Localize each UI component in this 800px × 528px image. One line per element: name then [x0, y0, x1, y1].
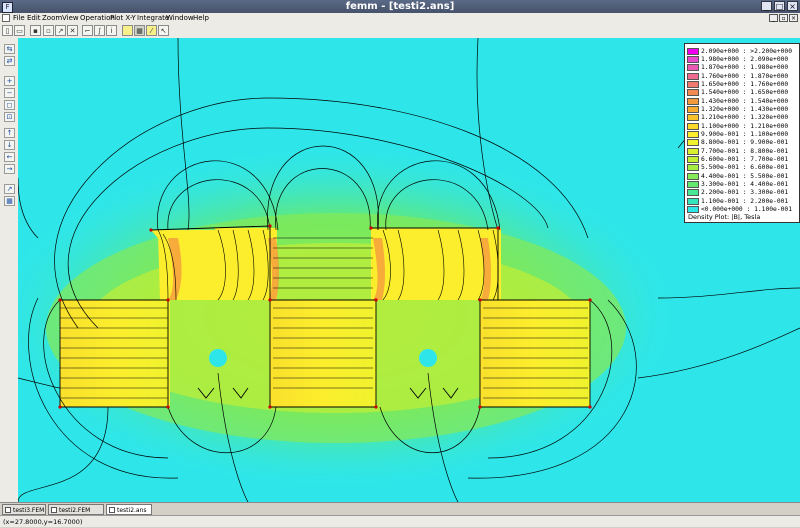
core-2-upper — [215, 228, 277, 300]
core-3 — [480, 300, 590, 407]
ans-doc-icon — [109, 507, 115, 513]
menu-edit[interactable]: Edit — [27, 13, 41, 24]
main-toolbar: ▯ ▭ ▪ ▫ ↗ ✕ ⌐ ∫ i ▦ ⁄ ↖ — [0, 24, 800, 39]
close-button[interactable]: × — [787, 1, 798, 11]
area-icon[interactable]: ✕ — [67, 25, 78, 36]
menu-file[interactable]: File — [13, 13, 25, 24]
doc-minimize-button[interactable]: _ — [769, 14, 778, 22]
density-plot-canvas[interactable] — [18, 38, 800, 502]
fem-doc-icon — [51, 507, 57, 513]
plot-xy-icon[interactable]: ↗ — [4, 184, 15, 194]
pan-right-icon[interactable]: → — [4, 164, 15, 174]
tab-label: testi2.ans — [117, 507, 147, 514]
core-2 — [270, 300, 376, 407]
zoom-natural-icon[interactable]: ◻ — [4, 100, 15, 110]
open-file-icon[interactable]: ▭ — [14, 25, 25, 36]
block-integral-icon[interactable]: ∫ — [94, 25, 105, 36]
minimize-button[interactable]: _ — [761, 1, 772, 11]
document-tabs: testi3.FEM testi2.FEM testi2.ans — [0, 502, 800, 516]
pan-down-icon[interactable]: ↓ — [4, 140, 15, 150]
tab-testi3-fem[interactable]: testi3.FEM — [2, 504, 46, 515]
density-legend: 2.090e+000 : >2.200e+000 1.980e+000 : 2.0… — [684, 43, 800, 223]
menu-view[interactable]: View — [62, 13, 79, 24]
zoom-out-icon[interactable]: − — [4, 88, 15, 98]
document-icon[interactable] — [2, 14, 10, 22]
refresh-icon[interactable]: ⇆ — [4, 44, 15, 54]
pan-left-icon[interactable]: ← — [4, 152, 15, 162]
zoom-window-icon[interactable]: ⊡ — [4, 112, 15, 122]
status-bar: (x=27.8000,y=16.7000) — [0, 515, 800, 527]
window-title: femm - [testi2.ans] — [345, 1, 455, 12]
title-bar: F femm - [testi2.ans] _ □ × — [0, 0, 800, 13]
doc-close-button[interactable]: × — [789, 14, 798, 22]
null-point-left — [209, 349, 227, 367]
doc-restore-button[interactable]: ▫ — [779, 14, 788, 22]
menu-plot-xy[interactable]: Plot X-Y — [110, 13, 136, 24]
contour-icon[interactable]: ↗ — [55, 25, 66, 36]
point-props-icon[interactable]: i — [106, 25, 117, 36]
zoom-in-icon[interactable]: + — [4, 76, 15, 86]
core-1 — [60, 300, 170, 407]
field-plot-svg — [18, 38, 800, 502]
save-icon[interactable]: ▪ — [30, 25, 41, 36]
keyboard-zoom-icon[interactable]: ⇄ — [4, 56, 15, 66]
side-toolbar: ⇆ ⇄ + − ◻ ⊡ ↑ ↓ ← → ↗ ▦ — [0, 38, 19, 502]
grid-icon[interactable]: ▦ — [4, 196, 15, 206]
maximize-button[interactable]: □ — [774, 1, 785, 11]
pan-up-icon[interactable]: ↑ — [4, 128, 15, 138]
legend-title: Density Plot: |B|, Tesla — [688, 213, 761, 221]
mesh-icon[interactable]: ▦ — [134, 25, 145, 36]
new-file-icon[interactable]: ▯ — [2, 25, 13, 36]
select-point-icon[interactable]: ▫ — [43, 25, 54, 36]
vector-plot-icon[interactable]: ⁄ — [146, 25, 157, 36]
line-integral-icon[interactable]: ⌐ — [82, 25, 93, 36]
tab-label: testi3.FEM — [13, 507, 45, 514]
menu-window[interactable]: Window — [166, 13, 194, 24]
tab-label: testi2.FEM — [59, 507, 91, 514]
menu-zoom[interactable]: Zoom — [42, 13, 62, 24]
flux-lines-icon[interactable]: ↖ — [158, 25, 169, 36]
menu-help[interactable]: Help — [193, 13, 209, 24]
fem-doc-icon — [5, 507, 11, 513]
tab-testi2-fem[interactable]: testi2.FEM — [48, 504, 104, 515]
density-plot-icon[interactable] — [122, 25, 133, 36]
null-point-right — [419, 349, 437, 367]
menu-integrate[interactable]: Integrate — [137, 13, 169, 24]
tab-testi2-ans[interactable]: testi2.ans — [106, 504, 152, 515]
